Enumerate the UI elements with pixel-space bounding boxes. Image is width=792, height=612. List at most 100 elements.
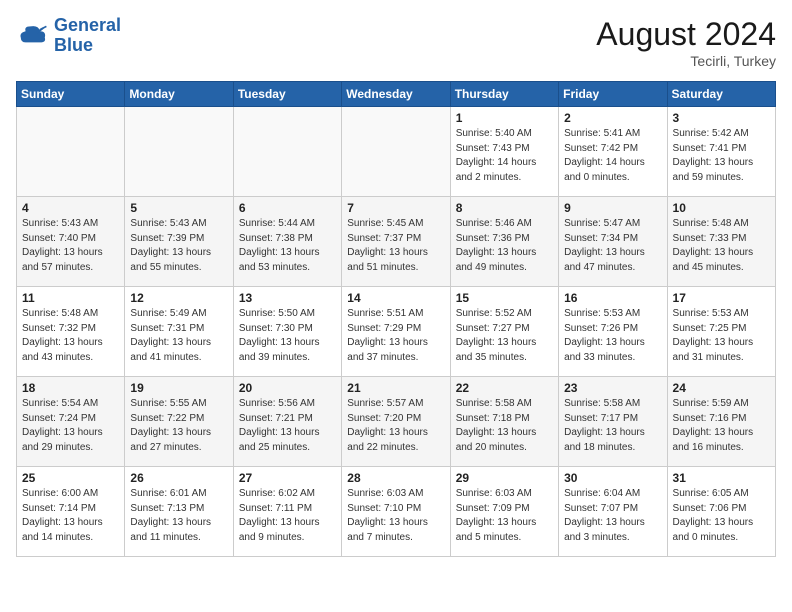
day-info: Sunrise: 6:04 AMSunset: 7:07 PMDaylight:… xyxy=(564,487,661,545)
day-number: 11 xyxy=(22,291,119,305)
calendar-day: 7 Sunrise: 5:45 AMSunset: 7:37 PMDaylight… xyxy=(342,197,450,287)
day-info: Sunrise: 5:48 AMSunset: 7:32 PMDaylight:… xyxy=(22,307,119,365)
weekday-header-row: SundayMondayTuesdayWednesdayThursdayFrid… xyxy=(17,82,776,107)
day-number: 3 xyxy=(673,111,770,125)
location-subtitle: Tecirli, Turkey xyxy=(596,53,776,69)
day-number: 14 xyxy=(347,291,444,305)
calendar-day: 12 Sunrise: 5:49 AMSunset: 7:31 PMDayligh… xyxy=(125,287,233,377)
day-info: Sunrise: 5:58 AMSunset: 7:18 PMDaylight:… xyxy=(456,397,553,455)
calendar-day: 31Sunrise: 6:05 AMSunset: 7:06 PMDayligh… xyxy=(667,467,775,557)
day-number: 28 xyxy=(347,471,444,485)
day-info: Sunrise: 5:46 AMSunset: 7:36 PMDaylight:… xyxy=(456,217,553,275)
weekday-header-tuesday: Tuesday xyxy=(233,82,341,107)
calendar-day: 29 Sunrise: 6:03 AMSunset: 7:09 PMDayligh… xyxy=(450,467,558,557)
day-info: Sunrise: 6:03 AMSunset: 7:09 PMDaylight:… xyxy=(456,487,553,545)
day-info: Sunrise: 5:53 AMSunset: 7:25 PMDaylight:… xyxy=(673,307,770,365)
weekday-header-friday: Friday xyxy=(559,82,667,107)
day-number: 8 xyxy=(456,201,553,215)
calendar-week-1: 1 Sunrise: 5:40 AMSunset: 7:43 PMDaylight… xyxy=(17,107,776,197)
day-number: 5 xyxy=(130,201,227,215)
day-number: 31 xyxy=(673,471,770,485)
logo-text: General Blue xyxy=(54,16,121,56)
day-info: Sunrise: 5:50 AMSunset: 7:30 PMDaylight:… xyxy=(239,307,336,365)
day-number: 29 xyxy=(456,471,553,485)
day-info: Sunrise: 5:42 AMSunset: 7:41 PMDaylight:… xyxy=(673,127,770,185)
calendar-day: 2 Sunrise: 5:41 AMSunset: 7:42 PMDaylight… xyxy=(559,107,667,197)
calendar-table: SundayMondayTuesdayWednesdayThursdayFrid… xyxy=(16,81,776,557)
day-number: 9 xyxy=(564,201,661,215)
day-info: Sunrise: 5:43 AMSunset: 7:39 PMDaylight:… xyxy=(130,217,227,275)
title-block: August 2024 Tecirli, Turkey xyxy=(596,16,776,69)
day-info: Sunrise: 5:52 AMSunset: 7:27 PMDaylight:… xyxy=(456,307,553,365)
day-info: Sunrise: 5:59 AMSunset: 7:16 PMDaylight:… xyxy=(673,397,770,455)
day-info: Sunrise: 5:45 AMSunset: 7:37 PMDaylight:… xyxy=(347,217,444,275)
logo-line2: Blue xyxy=(54,35,93,55)
calendar-day: 4 Sunrise: 5:43 AMSunset: 7:40 PMDaylight… xyxy=(17,197,125,287)
weekday-header-monday: Monday xyxy=(125,82,233,107)
day-info: Sunrise: 5:53 AMSunset: 7:26 PMDaylight:… xyxy=(564,307,661,365)
day-number: 6 xyxy=(239,201,336,215)
calendar-day: 9 Sunrise: 5:47 AMSunset: 7:34 PMDaylight… xyxy=(559,197,667,287)
day-number: 24 xyxy=(673,381,770,395)
day-info: Sunrise: 5:55 AMSunset: 7:22 PMDaylight:… xyxy=(130,397,227,455)
day-number: 12 xyxy=(130,291,227,305)
day-info: Sunrise: 5:44 AMSunset: 7:38 PMDaylight:… xyxy=(239,217,336,275)
day-info: Sunrise: 5:40 AMSunset: 7:43 PMDaylight:… xyxy=(456,127,553,185)
day-number: 1 xyxy=(456,111,553,125)
calendar-day: 10Sunrise: 5:48 AMSunset: 7:33 PMDayligh… xyxy=(667,197,775,287)
calendar-day: 5 Sunrise: 5:43 AMSunset: 7:39 PMDaylight… xyxy=(125,197,233,287)
day-info: Sunrise: 5:43 AMSunset: 7:40 PMDaylight:… xyxy=(22,217,119,275)
day-info: Sunrise: 5:56 AMSunset: 7:21 PMDaylight:… xyxy=(239,397,336,455)
day-number: 26 xyxy=(130,471,227,485)
day-number: 25 xyxy=(22,471,119,485)
calendar-day: 25Sunrise: 6:00 AMSunset: 7:14 PMDayligh… xyxy=(17,467,125,557)
day-info: Sunrise: 5:54 AMSunset: 7:24 PMDaylight:… xyxy=(22,397,119,455)
day-info: Sunrise: 5:58 AMSunset: 7:17 PMDaylight:… xyxy=(564,397,661,455)
day-number: 22 xyxy=(456,381,553,395)
calendar-day xyxy=(17,107,125,197)
day-info: Sunrise: 5:57 AMSunset: 7:20 PMDaylight:… xyxy=(347,397,444,455)
calendar-day: 6 Sunrise: 5:44 AMSunset: 7:38 PMDaylight… xyxy=(233,197,341,287)
day-number: 21 xyxy=(347,381,444,395)
calendar-day: 15 Sunrise: 5:52 AMSunset: 7:27 PMDayligh… xyxy=(450,287,558,377)
calendar-day: 19Sunrise: 5:55 AMSunset: 7:22 PMDayligh… xyxy=(125,377,233,467)
calendar-day: 13 Sunrise: 5:50 AMSunset: 7:30 PMDayligh… xyxy=(233,287,341,377)
day-number: 18 xyxy=(22,381,119,395)
day-number: 15 xyxy=(456,291,553,305)
calendar-day: 3 Sunrise: 5:42 AMSunset: 7:41 PMDaylight… xyxy=(667,107,775,197)
day-number: 7 xyxy=(347,201,444,215)
day-info: Sunrise: 5:47 AMSunset: 7:34 PMDaylight:… xyxy=(564,217,661,275)
day-number: 17 xyxy=(673,291,770,305)
calendar-day xyxy=(125,107,233,197)
calendar-day: 22 Sunrise: 5:58 AMSunset: 7:18 PMDayligh… xyxy=(450,377,558,467)
weekday-header-saturday: Saturday xyxy=(667,82,775,107)
day-number: 20 xyxy=(239,381,336,395)
logo: General Blue xyxy=(16,16,121,56)
calendar-week-5: 25Sunrise: 6:00 AMSunset: 7:14 PMDayligh… xyxy=(17,467,776,557)
calendar-day: 20 Sunrise: 5:56 AMSunset: 7:21 PMDayligh… xyxy=(233,377,341,467)
calendar-day: 18 Sunrise: 5:54 AMSunset: 7:24 PMDayligh… xyxy=(17,377,125,467)
page-header: General Blue August 2024 Tecirli, Turkey xyxy=(16,16,776,69)
day-number: 4 xyxy=(22,201,119,215)
day-info: Sunrise: 5:41 AMSunset: 7:42 PMDaylight:… xyxy=(564,127,661,185)
day-number: 30 xyxy=(564,471,661,485)
calendar-day: 8 Sunrise: 5:46 AMSunset: 7:36 PMDaylight… xyxy=(450,197,558,287)
day-number: 2 xyxy=(564,111,661,125)
day-info: Sunrise: 5:51 AMSunset: 7:29 PMDaylight:… xyxy=(347,307,444,365)
calendar-day xyxy=(342,107,450,197)
calendar-week-4: 18 Sunrise: 5:54 AMSunset: 7:24 PMDayligh… xyxy=(17,377,776,467)
calendar-day: 28Sunrise: 6:03 AMSunset: 7:10 PMDayligh… xyxy=(342,467,450,557)
weekday-header-sunday: Sunday xyxy=(17,82,125,107)
calendar-day: 1 Sunrise: 5:40 AMSunset: 7:43 PMDaylight… xyxy=(450,107,558,197)
day-info: Sunrise: 5:49 AMSunset: 7:31 PMDaylight:… xyxy=(130,307,227,365)
day-number: 10 xyxy=(673,201,770,215)
day-number: 27 xyxy=(239,471,336,485)
weekday-header-wednesday: Wednesday xyxy=(342,82,450,107)
day-number: 23 xyxy=(564,381,661,395)
day-number: 13 xyxy=(239,291,336,305)
calendar-day: 16Sunrise: 5:53 AMSunset: 7:26 PMDayligh… xyxy=(559,287,667,377)
calendar-day: 27Sunrise: 6:02 AMSunset: 7:11 PMDayligh… xyxy=(233,467,341,557)
month-year-title: August 2024 xyxy=(596,16,776,53)
calendar-day xyxy=(233,107,341,197)
calendar-day: 23 Sunrise: 5:58 AMSunset: 7:17 PMDayligh… xyxy=(559,377,667,467)
